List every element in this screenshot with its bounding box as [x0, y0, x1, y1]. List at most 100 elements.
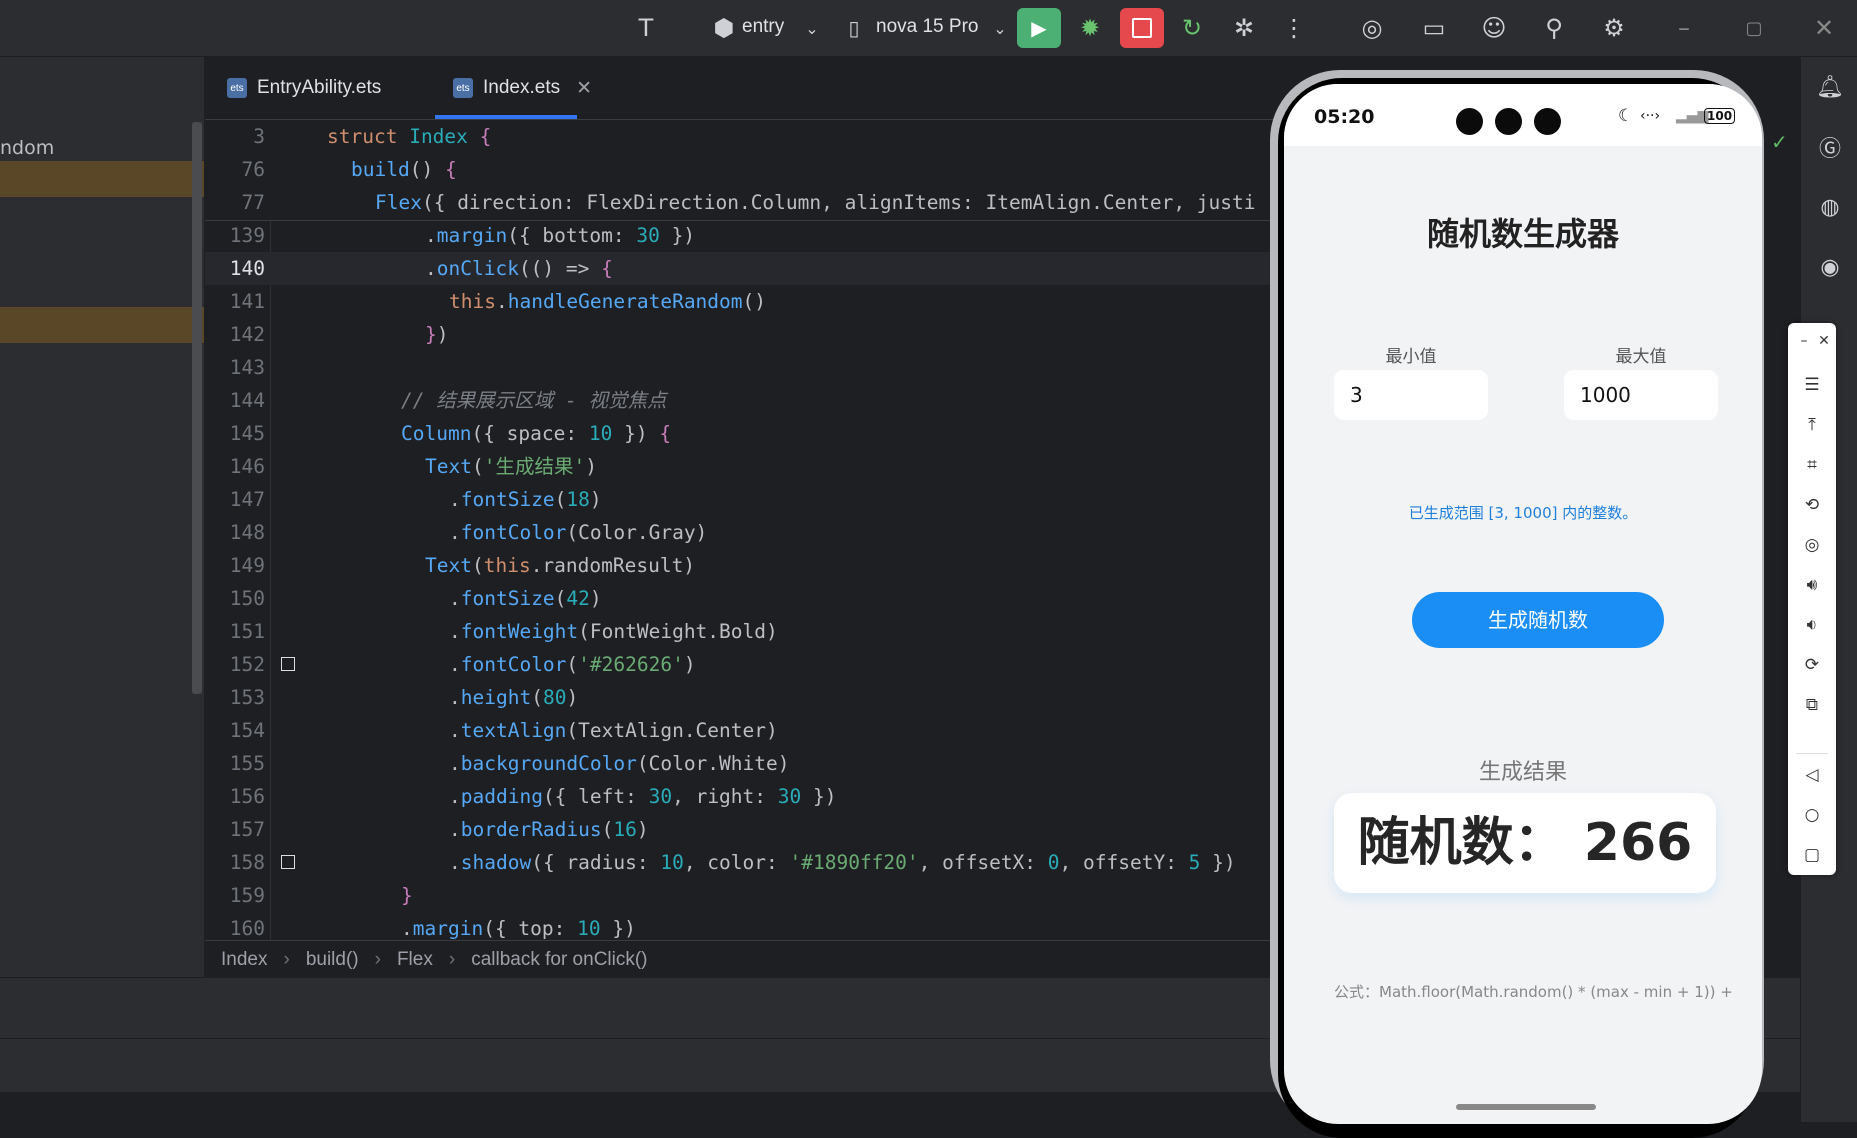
code-line: 146 Text('生成结果') [229, 455, 597, 478]
close-icon[interactable]: ✕ [1806, 10, 1842, 46]
tab-entryability[interactable]: ets EntryAbility.ets [227, 57, 381, 119]
battery-icon: 100 [1704, 108, 1736, 124]
device-icon[interactable]: ▯ [836, 10, 872, 46]
chevron-down-icon[interactable]: ⌄ [794, 10, 830, 46]
globe-icon[interactable]: ◍ [1816, 193, 1844, 221]
code-line: 156 .padding({ left: 30, right: 30 }) [229, 785, 837, 808]
crop-icon[interactable]: ⌗ [1800, 453, 1824, 477]
device-selector[interactable]: nova 15 Pro [876, 16, 978, 38]
pin-top-icon[interactable]: ⤒ [1800, 413, 1824, 437]
home-icon[interactable]: ○ [1800, 803, 1824, 827]
more-icon[interactable]: ⋮ [1276, 10, 1312, 46]
code-line: 151 .fontWeight(FontWeight.Bold) [229, 620, 778, 643]
code-line: 159} [229, 884, 413, 907]
module-selector[interactable]: entry [742, 16, 784, 38]
chevron-down-icon[interactable]: ⌄ [982, 10, 1018, 46]
codegenie-icon[interactable]: Ⓖ [1816, 133, 1844, 162]
tab-index[interactable]: ets Index.ets ✕ [453, 57, 592, 119]
code-line: 76 build() { [241, 158, 457, 181]
volume-down-icon[interactable]: 🔉︎ [1800, 613, 1824, 637]
multi-screen-icon[interactable]: ⧉ [1800, 693, 1824, 717]
code-line: 144// 结果展示区域 - 视觉焦点 [229, 389, 667, 412]
max-label: 最大值 [1615, 347, 1667, 367]
minimize-icon[interactable]: – [1666, 10, 1702, 46]
color-swatch-icon[interactable] [281, 855, 295, 869]
min-input[interactable]: 3 [1334, 370, 1488, 420]
color-swatch-icon[interactable] [281, 657, 295, 671]
range-info-text: 已生成范围 [3, 1000] 内的整数。 [1408, 504, 1638, 522]
breadcrumb-item[interactable]: build() [306, 949, 359, 971]
camera-dot [1456, 108, 1483, 135]
highlighted-tree-row[interactable] [0, 307, 204, 343]
tab-label: EntryAbility.ets [257, 77, 382, 98]
breadcrumb-item[interactable]: Flex [397, 949, 433, 971]
rotate-icon[interactable]: ⟲ [1800, 493, 1824, 517]
code-line: 154 .textAlign(TextAlign.Center) [229, 719, 778, 742]
maximize-icon[interactable]: ▢ [1736, 10, 1772, 46]
breadcrumb-item[interactable]: Index [221, 949, 267, 971]
result-value: 随机数： 266 [1334, 793, 1716, 893]
phone-screen[interactable]: 05:20 ☾ ‹··› ▂▄▆ 100 随机数生成器 最小值 最大值 3 10… [1284, 84, 1762, 1124]
inspection-ok-icon: ✓ [1771, 130, 1788, 154]
result-label: 生成结果 [1478, 760, 1567, 785]
target-icon[interactable]: ◎ [1354, 10, 1390, 46]
chevron-right-icon: › [448, 949, 456, 970]
code-line: 142}) [229, 323, 449, 346]
attach-debugger-icon[interactable]: ✲ [1226, 10, 1262, 46]
run-button[interactable]: ▶ [1017, 8, 1061, 48]
code-editor[interactable]: 3 struct Index { 76 build() { 77 Flex({ dir… [205, 120, 1275, 940]
editor-tabs: ets EntryAbility.ets ets Index.ets ✕ [205, 57, 1275, 120]
screenshot-icon[interactable]: ◎ [1800, 533, 1824, 557]
ets-file-icon: ets [227, 78, 247, 98]
generate-button[interactable]: 生成随机数 [1412, 592, 1664, 648]
stop-button[interactable] [1120, 8, 1164, 48]
scrollbar[interactable] [192, 122, 202, 694]
ets-file-icon: ets [453, 78, 473, 98]
code-line: 149 Text(this.randomResult) [229, 554, 696, 577]
code-line: 152 .fontColor('#262626') [229, 653, 696, 676]
main-toolbar: T ⬢ entry ⌄ ▯ nova 15 Pro ⌄ ▶ ✹ ↻ ✲ ⋮ ◎ … [0, 0, 1857, 57]
notifications-bell-icon[interactable]: 🔔︎ [1816, 73, 1844, 101]
code-line: 150 .fontSize(42) [229, 587, 602, 610]
fold-icon[interactable]: ⟳ [1800, 653, 1824, 677]
back-icon[interactable]: ◁ [1800, 763, 1824, 787]
home-indicator[interactable] [1456, 1104, 1596, 1110]
device-emulator: 05:20 ☾ ‹··› ▂▄▆ 100 随机数生成器 最小值 最大值 3 10… [1270, 70, 1764, 1138]
rerun-icon[interactable]: ↻ [1174, 10, 1210, 46]
code-line: 155 .backgroundColor(Color.White) [229, 752, 790, 775]
tab-label: Index.ets [483, 77, 561, 98]
max-input[interactable]: 1000 [1564, 370, 1718, 420]
highlighted-tree-row[interactable] [0, 161, 204, 197]
camera-dot [1495, 108, 1522, 135]
project-tree-item[interactable]: ndom [0, 137, 54, 159]
code-line: 158 .shadow({ radius: 10, color: '#1890ff… [229, 851, 1236, 874]
module-icon[interactable]: ⬢ [706, 10, 742, 46]
recents-icon[interactable]: ▢ [1800, 843, 1824, 867]
debug-icon[interactable]: ✹ [1072, 10, 1108, 46]
folder-icon[interactable]: ▭ [1416, 10, 1452, 46]
volume-up-icon[interactable]: 🔊︎ [1800, 573, 1824, 597]
search-icon[interactable]: ⚲ [1536, 10, 1572, 46]
menu-icon[interactable]: ☰ [1800, 373, 1824, 397]
code-line: 77 Flex({ direction: FlexDirection.Column… [241, 191, 1256, 214]
camera-dot [1534, 108, 1561, 135]
active-tab-indicator [435, 115, 577, 119]
code-line: 153 .height(80) [229, 686, 579, 709]
moon-icon: ☾ [1618, 106, 1634, 126]
chevron-right-icon: › [283, 949, 290, 970]
emulator-toolbar: – ✕ ☰ ⤒ ⌗ ⟲ ◎ 🔊︎ 🔉︎ ⟳ ⧉ ◁ ○ ▢ [1788, 323, 1836, 875]
status-time: 05:20 [1314, 106, 1375, 128]
text-tool-icon[interactable]: T [628, 10, 664, 46]
divider [1796, 753, 1828, 754]
code-line: 145 Column({ space: 10 }) { [229, 422, 672, 445]
close-tab-icon[interactable]: ✕ [576, 77, 592, 100]
account-icon[interactable]: ☺ [1476, 10, 1512, 46]
settings-gear-icon[interactable]: ⚙ [1596, 10, 1632, 46]
code-line: 3 struct Index { [253, 125, 492, 148]
data-transfer-icon: ‹··› [1640, 108, 1661, 124]
min-label: 最小值 [1385, 347, 1437, 367]
previewer-eye-icon[interactable]: ◉ [1816, 253, 1844, 281]
app-title: 随机数生成器 [1426, 215, 1619, 253]
close-icon[interactable]: ✕ [1812, 329, 1836, 353]
breadcrumb-item[interactable]: callback for onClick() [471, 949, 647, 971]
